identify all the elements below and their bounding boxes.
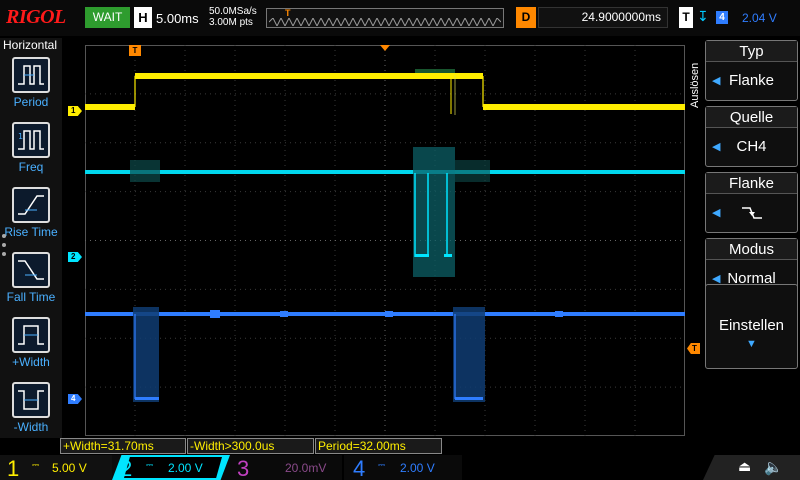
measure-pos-width[interactable]: +Width xyxy=(0,315,62,379)
trigger-slope-button[interactable]: Flanke ◀ xyxy=(705,172,798,233)
trigger-menu-title-text: Auslösen xyxy=(689,62,701,108)
trigger-source-value-row: ◀ CH4 xyxy=(706,128,797,166)
pos-width-label: +Width xyxy=(12,355,50,369)
top-status-bar: RIGOL WAIT H 5.00ms 50.0MSa/s 3.00M pts … xyxy=(0,0,800,36)
measure-neg-width[interactable]: -Width xyxy=(0,380,62,444)
ch3-status[interactable]: 3 20.0mV xyxy=(230,455,342,480)
rise-time-label: Rise Time xyxy=(4,225,58,239)
left-arrow-icon: ◀ xyxy=(712,207,721,219)
falling-edge-icon: ↧ xyxy=(697,9,709,25)
period-label: Period xyxy=(13,95,49,109)
trigger-source-button[interactable]: Quelle ◀ CH4 xyxy=(705,106,798,167)
ch4-scale: 2.00 V xyxy=(400,461,435,475)
ch4-number: 4 xyxy=(353,456,366,480)
dc-coupling-icon: ⎓ xyxy=(378,461,386,471)
ch2-number: 2 xyxy=(120,456,133,480)
graticule xyxy=(85,45,685,436)
trigger-source-badge: 4 xyxy=(716,11,728,24)
dc-coupling-icon: ⎓ xyxy=(32,461,40,471)
delay-label: D xyxy=(516,7,536,28)
speaker-mute-icon[interactable]: 🔈 xyxy=(764,458,783,476)
down-arrow-icon: ▼ xyxy=(746,338,757,350)
delay-value[interactable]: 24.9000000ms xyxy=(538,7,668,28)
measure-freq[interactable]: 1 Freq xyxy=(0,120,62,184)
memory-overview-strip: T xyxy=(266,8,504,28)
trigger-settings-label: Einstellen xyxy=(718,317,785,334)
ch2-trace xyxy=(85,147,685,277)
trigger-menu-title: Auslösen xyxy=(689,50,703,110)
rise-time-icon xyxy=(12,187,50,223)
trigger-type-head: Typ xyxy=(706,41,797,62)
dc-coupling-icon: ⎓ xyxy=(146,461,154,471)
horizontal-measure-menu: Horizontal Period 1 Freq Rise Time Fall … xyxy=(0,38,62,438)
pos-width-icon xyxy=(12,317,50,353)
ch1-offset-marker[interactable]: 1 xyxy=(68,106,82,116)
ch3-scale: 20.0mV xyxy=(285,461,327,475)
horizontal-label: H xyxy=(134,7,152,28)
ch2-offset-marker[interactable]: 2 xyxy=(68,252,82,262)
memory-trigger-marker: T xyxy=(285,8,291,18)
period-icon xyxy=(12,57,50,93)
trigger-type-value: Flanke xyxy=(728,72,775,89)
status-corner xyxy=(703,455,800,480)
trigger-label: T xyxy=(679,7,693,28)
measure-fall-time[interactable]: Fall Time xyxy=(0,250,62,314)
neg-width-result[interactable]: -Width>300.0us xyxy=(187,438,314,454)
menu-page-dots xyxy=(2,234,6,261)
waveform-display[interactable] xyxy=(85,45,685,436)
channel-status-bar: 1 ⎓ 5.00 V 2 ⎓ 2.00 V 3 20.0mV 4 ⎓ 2.00 … xyxy=(0,455,800,480)
freq-icon: 1 xyxy=(12,122,50,158)
ch2-scale: 2.00 V xyxy=(168,461,203,475)
left-menu-title: Horizontal xyxy=(3,38,58,52)
sample-rate: 50.0MSa/s xyxy=(209,6,257,17)
svg-text:1: 1 xyxy=(18,132,23,141)
trigger-level-value[interactable]: 2.04 V xyxy=(742,11,777,25)
ch4-offset-marker[interactable]: 4 xyxy=(68,394,82,404)
ch1-scale: 5.00 V xyxy=(52,461,87,475)
trigger-type-button[interactable]: Typ ◀ Flanke xyxy=(705,40,798,101)
trigger-mode-head: Modus xyxy=(706,239,797,260)
falling-edge-icon xyxy=(741,207,762,219)
left-arrow-icon: ◀ xyxy=(712,141,721,153)
neg-width-icon xyxy=(12,382,50,418)
memory-waveform-icon xyxy=(269,18,501,26)
ch1-status[interactable]: 1 ⎓ 5.00 V xyxy=(0,455,112,480)
ch3-number: 3 xyxy=(237,456,250,480)
measure-rise-time[interactable]: Rise Time xyxy=(0,185,62,249)
horizontal-center-marker xyxy=(380,45,390,51)
trigger-source-value: CH4 xyxy=(736,138,767,155)
measure-period[interactable]: Period xyxy=(0,55,62,119)
ch2-status[interactable]: 2 ⎓ 2.00 V xyxy=(112,455,230,480)
trigger-position-marker[interactable]: T xyxy=(129,45,141,56)
trigger-slope-value-row: ◀ xyxy=(706,194,797,232)
trigger-settings-button[interactable]: Einstellen ▼ xyxy=(705,284,798,369)
ch1-trace xyxy=(85,69,685,115)
trigger-slope-head: Flanke xyxy=(706,173,797,194)
ch4-status[interactable]: 4 ⎓ 2.00 V xyxy=(344,455,462,480)
fall-time-icon xyxy=(12,252,50,288)
freq-label: Freq xyxy=(18,160,44,174)
memory-depth: 3.00M pts xyxy=(209,17,253,28)
trigger-level-marker[interactable]: T xyxy=(687,343,700,354)
period-result[interactable]: Period=32.00ms xyxy=(315,438,442,454)
acquisition-info: 50.0MSa/s 3.00M pts xyxy=(209,6,257,28)
run-status-badge[interactable]: WAIT xyxy=(85,7,130,28)
trigger-type-value-row: ◀ Flanke xyxy=(706,62,797,100)
fall-time-label: Fall Time xyxy=(6,290,56,304)
ch4-trace xyxy=(85,307,685,402)
timebase-value[interactable]: 5.00ms xyxy=(156,11,199,26)
left-arrow-icon: ◀ xyxy=(712,75,721,87)
waveform-canvas xyxy=(85,45,685,436)
neg-width-label: -Width xyxy=(13,420,49,434)
trigger-source-head: Quelle xyxy=(706,107,797,128)
usb-icon: ⏏ xyxy=(738,459,752,475)
ch1-number: 1 xyxy=(7,456,20,480)
pos-width-result[interactable]: +Width=31.70ms xyxy=(60,438,186,454)
brand-logo: RIGOL xyxy=(6,6,66,28)
